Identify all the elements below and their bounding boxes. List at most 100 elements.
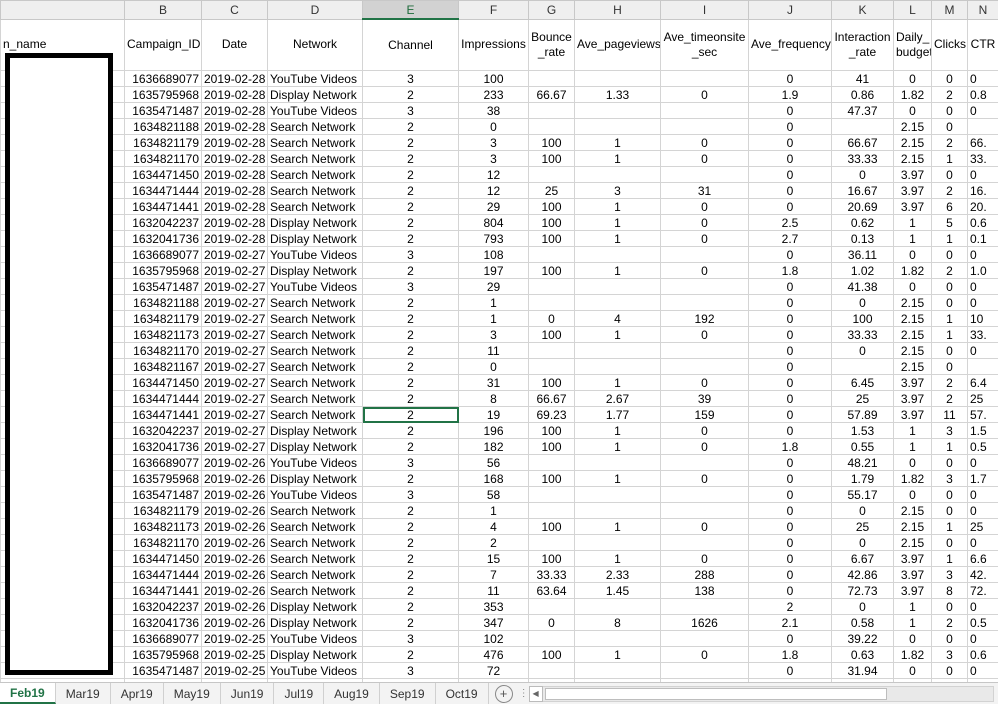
data-cell[interactable]: 100 [459, 71, 529, 87]
data-cell[interactable]: 0 [749, 503, 832, 519]
data-cell[interactable]: 1.0 [968, 263, 998, 279]
data-cell[interactable]: 25 [968, 519, 998, 535]
data-cell[interactable]: 2 [932, 391, 968, 407]
data-cell[interactable]: Search Network [268, 151, 363, 167]
data-cell[interactable]: 33.33 [832, 151, 894, 167]
data-cell[interactable]: 2 [363, 471, 459, 487]
column-header-cell[interactable]: Ave_frequency [749, 19, 832, 71]
data-cell[interactable]: 2 [363, 423, 459, 439]
data-cell[interactable]: 2 [363, 183, 459, 199]
data-cell[interactable]: Search Network [268, 359, 363, 375]
data-cell[interactable]: 16. [968, 183, 998, 199]
data-cell[interactable]: 3 [932, 423, 968, 439]
data-cell[interactable]: 2 [363, 87, 459, 103]
data-cell[interactable]: 100 [529, 135, 575, 151]
data-cell[interactable]: 1 [575, 263, 661, 279]
data-cell[interactable]: 0 [749, 247, 832, 263]
data-cell[interactable]: 0 [661, 215, 749, 231]
column-header-cell[interactable]: Interaction _rate [832, 19, 894, 71]
data-cell[interactable] [661, 487, 749, 503]
data-cell[interactable]: 0 [932, 119, 968, 135]
data-cell[interactable]: 2 [363, 199, 459, 215]
data-cell[interactable]: 2019-02-26 [202, 455, 268, 471]
data-cell[interactable]: 3 [932, 647, 968, 663]
data-cell[interactable]: 1626 [661, 615, 749, 631]
data-cell[interactable]: Search Network [268, 407, 363, 423]
data-cell[interactable]: 1635795968 [125, 471, 202, 487]
data-cell[interactable]: 1 [575, 327, 661, 343]
tab-splitter[interactable]: ⋮ [519, 683, 529, 704]
data-cell[interactable]: 0 [749, 327, 832, 343]
data-cell[interactable]: 3 [575, 183, 661, 199]
data-cell[interactable]: 0 [968, 167, 998, 183]
data-cell[interactable]: 1635471487 [125, 103, 202, 119]
data-cell[interactable]: YouTube Videos [268, 247, 363, 263]
data-cell[interactable]: 69.23 [529, 407, 575, 423]
data-cell[interactable]: 1 [894, 615, 932, 631]
data-cell[interactable]: 100 [529, 423, 575, 439]
data-cell[interactable]: 0 [749, 167, 832, 183]
data-cell[interactable]: 1635471487 [125, 663, 202, 679]
data-cell[interactable]: 3 [932, 471, 968, 487]
data-cell[interactable]: 33. [968, 151, 998, 167]
data-cell[interactable]: 0 [749, 359, 832, 375]
data-cell[interactable] [661, 247, 749, 263]
data-cell[interactable]: 31 [661, 183, 749, 199]
data-cell[interactable] [832, 119, 894, 135]
data-cell[interactable]: Search Network [268, 535, 363, 551]
data-cell[interactable]: 63.64 [529, 583, 575, 599]
data-cell[interactable]: 3.97 [894, 583, 932, 599]
column-header-cell[interactable]: Clicks [932, 19, 968, 71]
data-cell[interactable]: 15 [459, 551, 529, 567]
data-cell[interactable]: 1 [894, 439, 932, 455]
data-cell[interactable]: 1.77 [575, 407, 661, 423]
data-cell[interactable]: 0 [968, 279, 998, 295]
data-cell[interactable]: 2 [363, 567, 459, 583]
data-cell[interactable]: 3.97 [894, 551, 932, 567]
data-cell[interactable]: 2.1 [749, 615, 832, 631]
data-cell[interactable]: 1635471487 [125, 279, 202, 295]
data-cell[interactable]: 2 [363, 327, 459, 343]
data-cell[interactable]: 0 [749, 119, 832, 135]
data-cell[interactable]: 3 [363, 663, 459, 679]
data-cell[interactable]: 19 [459, 407, 529, 423]
data-cell[interactable]: 2.15 [894, 135, 932, 151]
data-cell[interactable] [529, 119, 575, 135]
data-cell[interactable]: 0.5 [968, 615, 998, 631]
data-cell[interactable]: 0 [749, 135, 832, 151]
data-cell[interactable]: 2019-02-27 [202, 263, 268, 279]
data-cell[interactable]: 1 [575, 199, 661, 215]
data-cell[interactable]: 2.15 [894, 327, 932, 343]
data-cell[interactable]: 1.02 [832, 263, 894, 279]
data-cell[interactable]: 0 [529, 311, 575, 327]
sheet-tab-jun19[interactable]: Jun19 [221, 683, 275, 704]
data-cell[interactable]: 1 [932, 151, 968, 167]
data-cell[interactable]: 138 [661, 583, 749, 599]
data-cell[interactable]: 66. [968, 135, 998, 151]
data-cell[interactable]: 2019-02-27 [202, 311, 268, 327]
data-cell[interactable]: 0 [749, 583, 832, 599]
data-cell[interactable]: 0 [968, 343, 998, 359]
data-cell[interactable]: 6 [932, 199, 968, 215]
data-cell[interactable]: 2019-02-28 [202, 151, 268, 167]
column-letter-H[interactable]: H [575, 1, 661, 20]
data-cell[interactable]: 1634821179 [125, 311, 202, 327]
data-cell[interactable]: 0 [749, 407, 832, 423]
data-cell[interactable]: 0 [749, 519, 832, 535]
column-letter-G[interactable]: G [529, 1, 575, 20]
data-cell[interactable]: 1 [459, 503, 529, 519]
data-cell[interactable]: 1636689077 [125, 71, 202, 87]
data-cell[interactable]: 2019-02-26 [202, 471, 268, 487]
data-cell[interactable]: 2019-02-27 [202, 359, 268, 375]
data-cell[interactable]: 2019-02-26 [202, 567, 268, 583]
data-cell[interactable]: 3 [459, 135, 529, 151]
data-cell[interactable] [529, 103, 575, 119]
data-cell[interactable] [575, 71, 661, 87]
data-cell[interactable]: 4 [459, 519, 529, 535]
data-cell[interactable]: 0 [932, 535, 968, 551]
data-cell[interactable]: 0 [749, 279, 832, 295]
data-cell[interactable]: 0 [459, 119, 529, 135]
data-cell[interactable]: 2 [363, 615, 459, 631]
data-cell[interactable]: 0 [894, 103, 932, 119]
sheet-tab-oct19[interactable]: Oct19 [436, 683, 489, 704]
